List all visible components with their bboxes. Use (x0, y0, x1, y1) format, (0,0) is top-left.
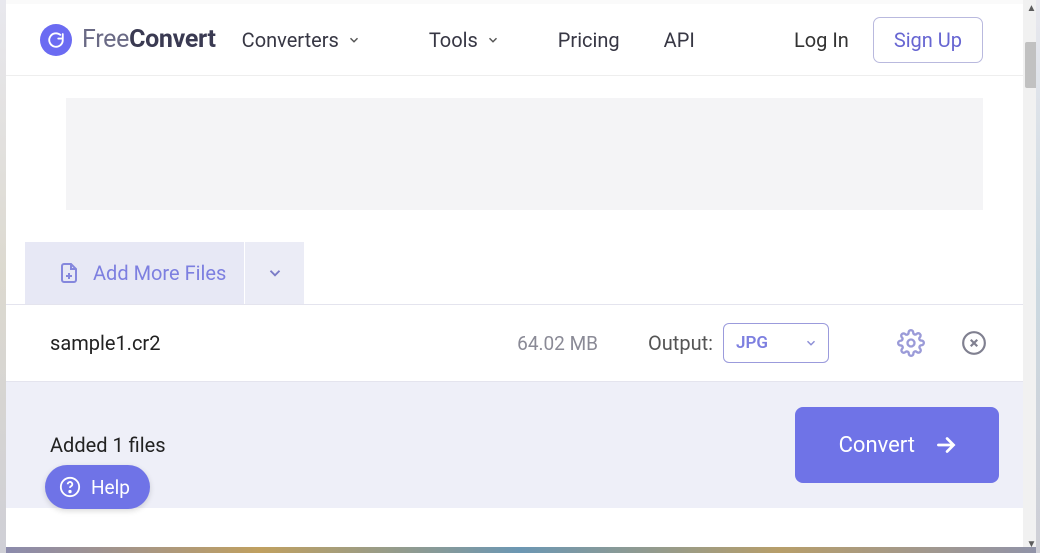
desktop-edge-right (1036, 0, 1040, 553)
footer-row: Added 1 files Convert (0, 382, 1023, 508)
add-more-label: Add More Files (93, 261, 226, 285)
convert-label: Convert (839, 433, 915, 458)
nav-converters[interactable]: Converters (242, 28, 361, 52)
nav-converters-label: Converters (242, 28, 339, 52)
close-circle-icon (961, 330, 987, 356)
login-button[interactable]: Log In (790, 18, 853, 62)
signup-button[interactable]: Sign Up (873, 17, 983, 63)
help-icon (59, 476, 81, 498)
file-size: 64.02 MB (517, 332, 598, 355)
add-more-files-button[interactable]: Add More Files (25, 242, 244, 304)
nav-tools[interactable]: Tools (429, 28, 500, 52)
add-more-row: Add More Files (0, 242, 1023, 304)
output-format-select[interactable]: JPG (723, 323, 829, 363)
help-label: Help (91, 476, 130, 499)
convert-button[interactable]: Convert (795, 407, 999, 483)
desktop-edge-left (0, 0, 6, 553)
login-label: Log In (794, 28, 849, 52)
chevron-down-icon (266, 264, 284, 282)
nav-tools-label: Tools (429, 28, 478, 52)
page-content: FreeConvert Converters Tools Pr (0, 0, 1023, 553)
remove-file-button[interactable] (961, 330, 987, 356)
signup-label: Sign Up (894, 28, 962, 52)
arrow-right-icon (933, 432, 959, 458)
help-button[interactable]: Help (45, 465, 150, 509)
nav-pricing[interactable]: Pricing (558, 28, 620, 52)
added-count-text: Added 1 files (50, 433, 166, 457)
chevron-down-icon (347, 33, 361, 47)
settings-button[interactable] (897, 329, 925, 357)
file-area: Add More Files sample1.cr2 64.02 MB Outp… (0, 242, 1023, 508)
refresh-icon (40, 24, 72, 56)
output-label: Output: (648, 331, 713, 355)
nav-api-label: API (664, 28, 695, 52)
chevron-down-icon (486, 33, 500, 47)
top-nav: Converters Tools Pricing API (242, 28, 695, 52)
header: FreeConvert Converters Tools Pr (0, 4, 1023, 76)
file-plus-icon (57, 260, 81, 286)
output-format-value: JPG (736, 333, 768, 353)
add-more-dropdown[interactable] (244, 242, 304, 304)
chevron-down-icon (804, 336, 818, 350)
gear-icon (897, 329, 925, 357)
nav-api[interactable]: API (664, 28, 695, 52)
ad-placeholder (66, 98, 983, 210)
file-row: sample1.cr2 64.02 MB Output: JPG (0, 304, 1023, 382)
brand-name: FreeConvert (82, 25, 216, 54)
nav-pricing-label: Pricing (558, 28, 620, 52)
brand-logo[interactable]: FreeConvert (40, 24, 216, 56)
file-name: sample1.cr2 (36, 331, 160, 355)
desktop-background-strip (0, 547, 1040, 553)
